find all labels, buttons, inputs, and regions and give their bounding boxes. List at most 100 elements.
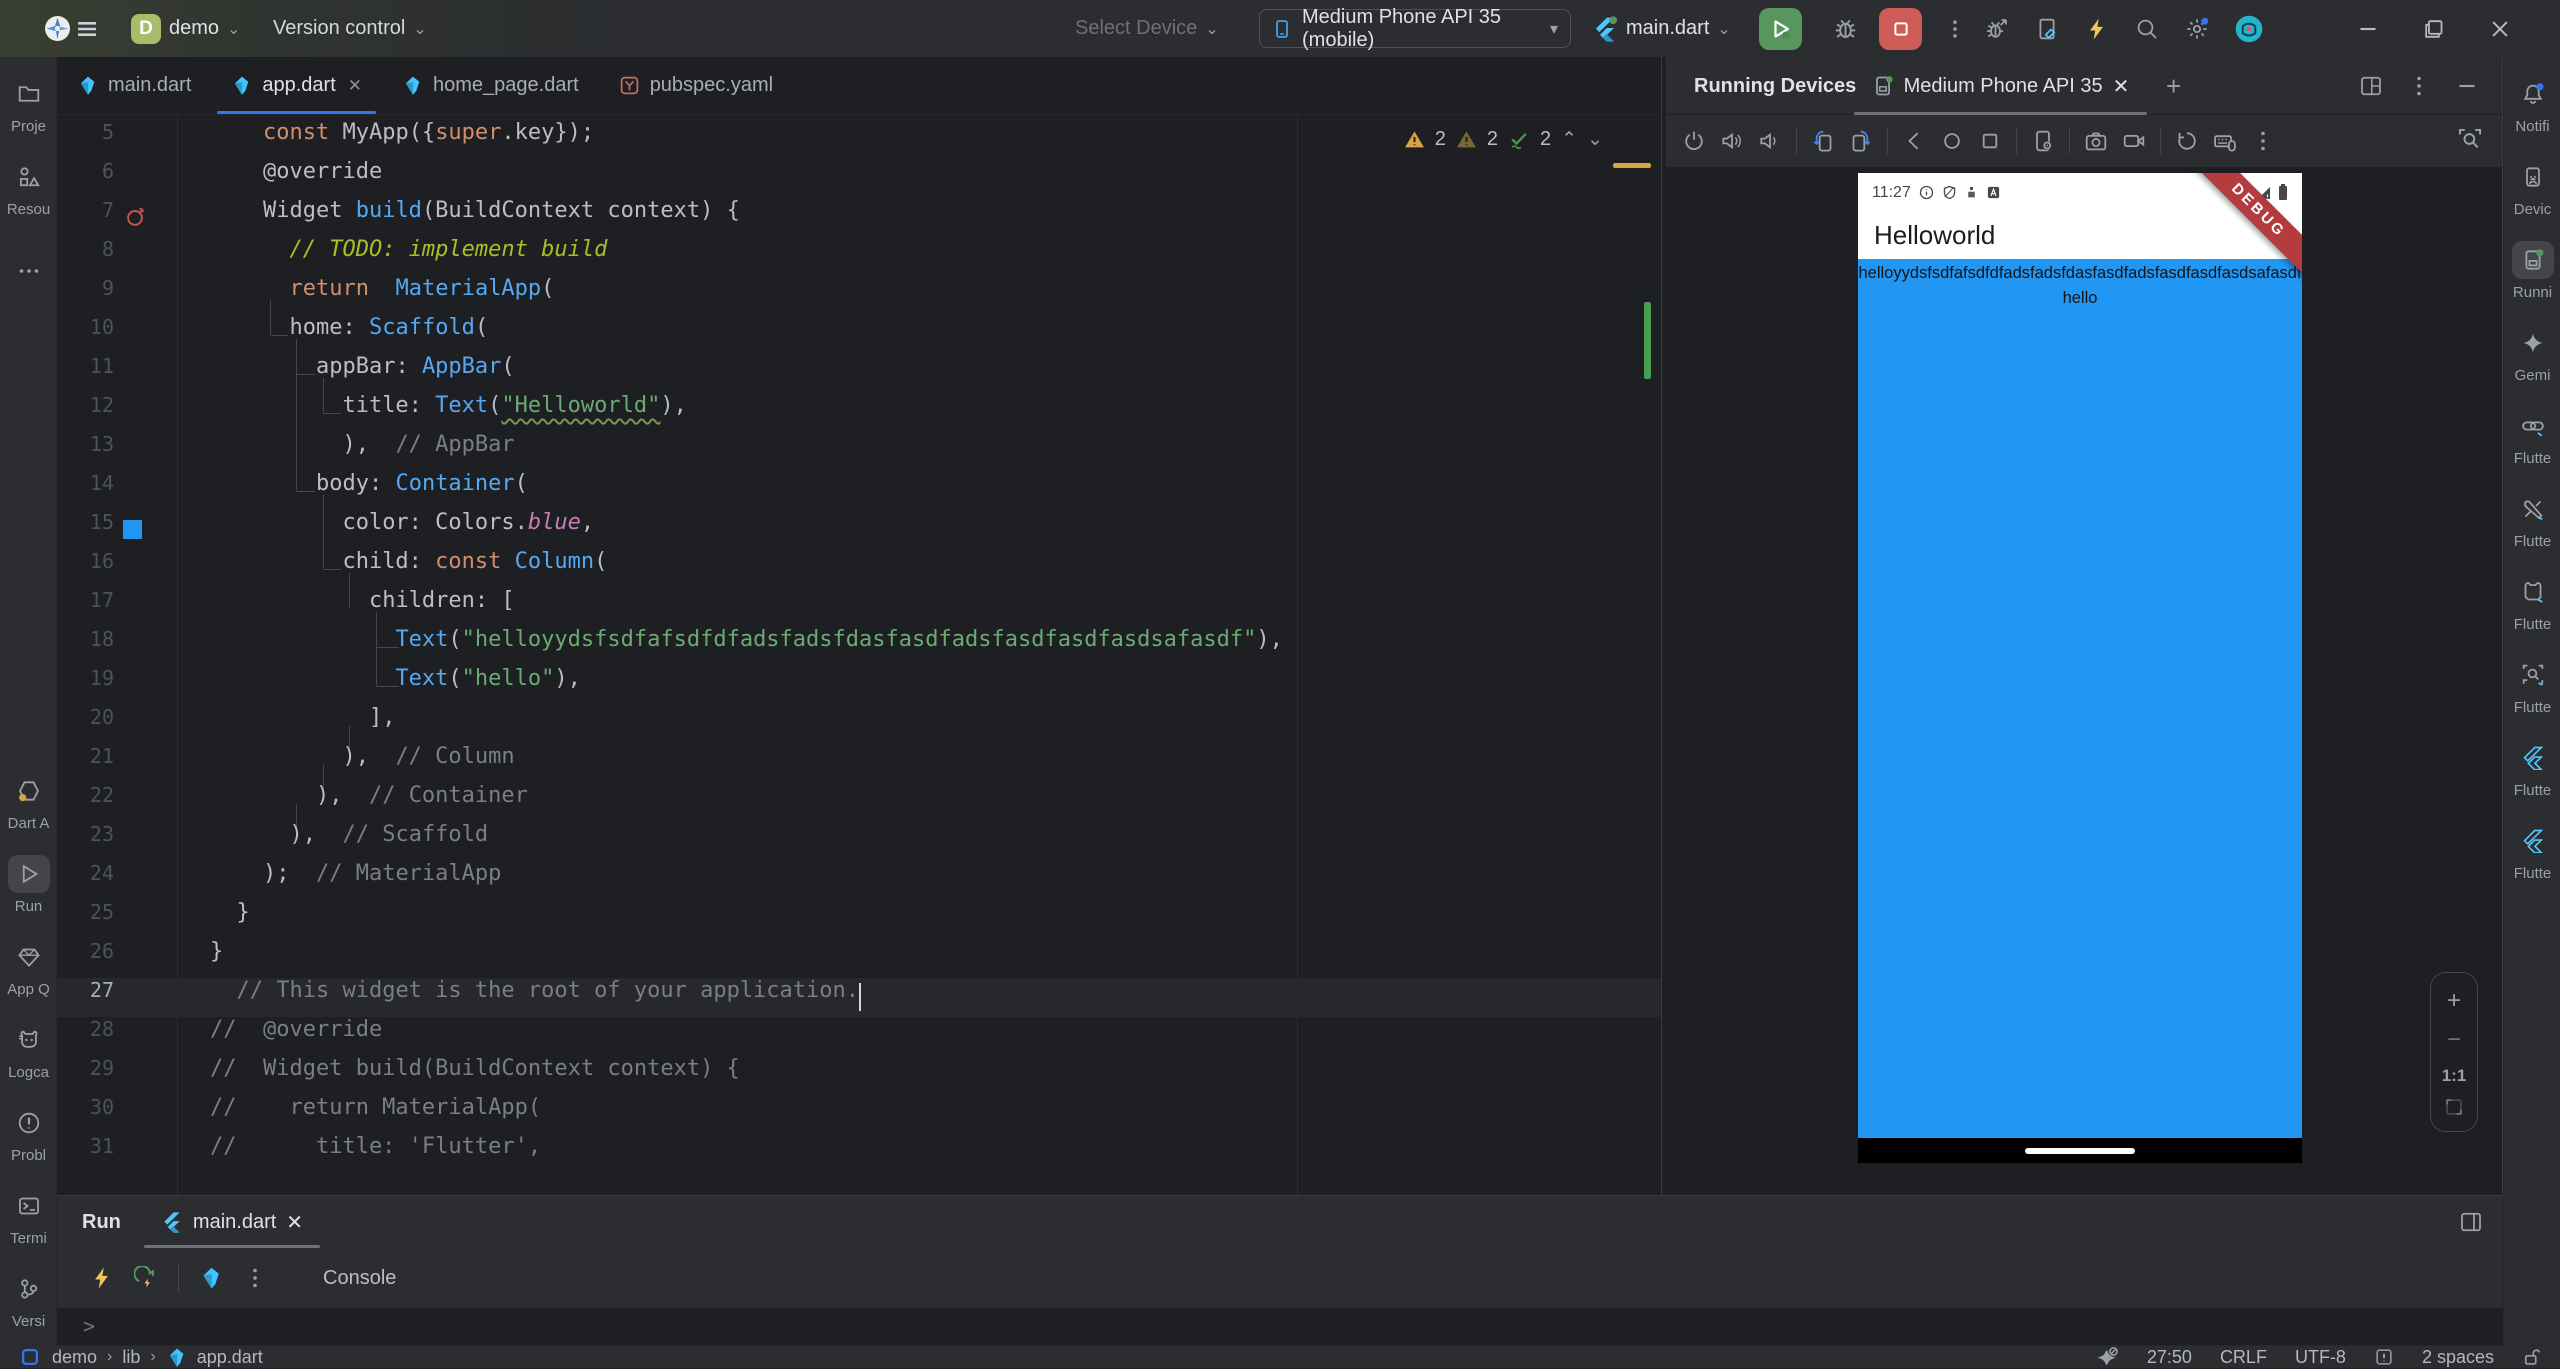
stripe-item-Probl[interactable]: Probl (0, 1092, 57, 1175)
home-icon[interactable] (1940, 129, 1964, 153)
vcs-menu[interactable]: Version control ⌄ (273, 0, 427, 57)
prev-problem-icon[interactable]: ⌃ (1561, 128, 1577, 151)
run-button[interactable] (1759, 8, 1802, 50)
line-number[interactable]: 26 (57, 939, 114, 978)
settings-dot-icon[interactable] (2185, 17, 2209, 41)
stripe-item-App Q[interactable]: App Q (0, 926, 57, 1009)
fit-to-window-icon[interactable] (2444, 1097, 2464, 1117)
restore-icon[interactable] (2175, 129, 2199, 153)
run-config-selector[interactable]: main.dart ⌄ (1592, 0, 1731, 57)
keyboard-mouse-icon[interactable] (2213, 129, 2237, 153)
line-separator[interactable]: CRLF (2220, 1347, 2267, 1368)
emulator-screen[interactable]: 11:27 3G Hel (1858, 173, 2302, 1163)
stripe-item-Proje[interactable]: Proje (0, 63, 57, 146)
line-number[interactable]: 9 (57, 276, 114, 315)
line-number[interactable]: 5 (57, 120, 114, 159)
home-pill[interactable] (2025, 1148, 2135, 1154)
dart-gem-icon[interactable] (199, 1266, 223, 1290)
device-selector[interactable]: Medium Phone API 35 (mobile) ▾ (1259, 9, 1571, 48)
stripe-item-Flutte[interactable]: Flutte (2504, 644, 2560, 727)
close-icon[interactable] (2488, 17, 2512, 41)
zoom-in-icon[interactable]: + (2447, 987, 2461, 1015)
line-number[interactable]: 10 (57, 315, 114, 354)
line-number[interactable]: 14 (57, 471, 114, 510)
overview-icon[interactable] (1978, 129, 2002, 153)
line-number[interactable]: 13 (57, 432, 114, 471)
stripe-item-Devic[interactable]: Devic (2504, 146, 2560, 229)
stop-button[interactable] (1879, 8, 1922, 50)
stripe-item-Flutte[interactable]: Flutte (2504, 395, 2560, 478)
stripe-item-Runni[interactable]: Runni (2504, 229, 2560, 312)
line-number[interactable]: 19 (57, 666, 114, 705)
rotate-left-icon[interactable] (1811, 129, 1835, 153)
stripe-item-Flutte[interactable]: Flutte (2504, 727, 2560, 810)
toolbar-more-button[interactable] (1944, 0, 1966, 57)
project-widget[interactable]: D demo ⌄ (131, 0, 240, 57)
select-device-button[interactable]: Select Device ⌄ (1075, 0, 1219, 57)
stripe-item-Notifi[interactable]: Notifi (2504, 63, 2560, 146)
inspections-widget[interactable]: 2 2 2 ⌃ ⌄ (1404, 128, 1603, 151)
stripe-item-Flutte[interactable]: Flutte (2504, 561, 2560, 644)
line-number[interactable]: 8 (57, 237, 114, 276)
search-icon[interactable] (2135, 17, 2159, 41)
more-v-icon[interactable] (2251, 129, 2275, 153)
line-number[interactable]: 27 (57, 978, 114, 1017)
code-editor[interactable]: 5 const MyApp({super.key});6 @override7 … (57, 115, 1661, 1195)
stripe-item-Gemi[interactable]: Gemi (2504, 312, 2560, 395)
avatar-icon[interactable] (2235, 15, 2263, 43)
video-icon[interactable] (2122, 129, 2146, 153)
debug-button[interactable] (1833, 0, 1858, 57)
file-encoding[interactable]: UTF-8 (2295, 1347, 2346, 1368)
color-swatch-gutter-icon[interactable] (123, 520, 142, 539)
editor-tab-main.dart[interactable]: main.dart (57, 57, 211, 114)
stripe-item-Flutte[interactable]: Flutte (2504, 810, 2560, 893)
line-number[interactable]: 20 (57, 705, 114, 744)
flutter-device-icon[interactable] (2035, 17, 2059, 41)
editor-tab-app.dart[interactable]: app.dart✕ (211, 57, 382, 114)
more-v-icon[interactable] (2407, 74, 2431, 98)
volume-down-icon[interactable] (1758, 129, 1782, 153)
breadcrumb-item[interactable]: demo (52, 1347, 97, 1368)
layout-icon[interactable] (2359, 74, 2383, 98)
close-icon[interactable]: ✕ (286, 1210, 303, 1235)
line-number[interactable]: 6 (57, 159, 114, 198)
camera-icon[interactable] (2084, 129, 2108, 153)
stripe-item-Flutte[interactable]: Flutte (2504, 478, 2560, 561)
editor-tab-pubspec.yaml[interactable]: pubspec.yaml (599, 57, 793, 114)
device-settings-icon[interactable] (2031, 129, 2055, 153)
zoom-actual-size[interactable]: 1:1 (2442, 1066, 2467, 1086)
line-number[interactable]: 24 (57, 861, 114, 900)
line-number[interactable]: 28 (57, 1017, 114, 1056)
stripe-item-more-h[interactable] (0, 229, 57, 312)
line-number[interactable]: 30 (57, 1095, 114, 1134)
zoom-mode-icon[interactable] (2457, 127, 2483, 153)
line-number[interactable]: 12 (57, 393, 114, 432)
lock-open-icon[interactable] (2522, 1347, 2542, 1367)
more-v-icon[interactable] (243, 1266, 267, 1290)
line-number[interactable]: 29 (57, 1056, 114, 1095)
line-number[interactable]: 17 (57, 588, 114, 627)
line-number[interactable]: 25 (57, 900, 114, 939)
breadcrumb-item[interactable]: app.dart (197, 1347, 263, 1368)
override-gutter-icon[interactable] (123, 205, 147, 234)
add-device-tab-button[interactable]: + (2166, 71, 2181, 102)
maximize-icon[interactable] (2422, 17, 2446, 41)
bolt-icon[interactable] (2085, 17, 2109, 41)
back-icon[interactable] (1902, 129, 1926, 153)
bolt-icon[interactable] (90, 1266, 114, 1290)
line-number[interactable]: 18 (57, 627, 114, 666)
breadcrumb-item[interactable]: lib (122, 1347, 140, 1368)
line-number[interactable]: 23 (57, 822, 114, 861)
run-tab[interactable]: main.dart ✕ (142, 1196, 322, 1248)
caret-position[interactable]: 27:50 (2147, 1347, 2192, 1368)
line-number[interactable]: 16 (57, 549, 114, 588)
stripe-item-Resou[interactable]: Resou (0, 146, 57, 229)
power-icon[interactable] (1682, 129, 1706, 153)
device-tab[interactable]: Medium Phone API 35 ✕ (1852, 57, 2149, 115)
stripe-item-Run[interactable]: Run (0, 843, 57, 926)
close-icon[interactable]: ✕ (2113, 74, 2130, 99)
line-number[interactable]: 31 (57, 1134, 114, 1173)
layout-settings-icon[interactable] (2459, 1210, 2483, 1234)
hot-restart-icon[interactable] (134, 1266, 158, 1290)
line-number[interactable]: 22 (57, 783, 114, 822)
